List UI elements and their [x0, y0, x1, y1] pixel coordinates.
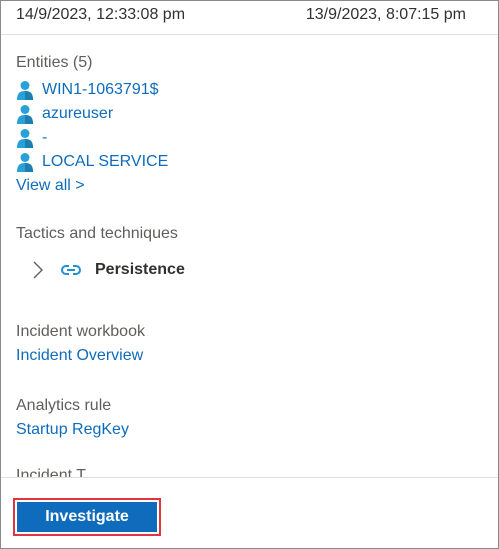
- highlight-outline: Investigate: [13, 498, 161, 536]
- user-icon: [17, 105, 33, 124]
- dates-row: 14/9/2023, 12:33:08 pm 13/9/2023, 8:07:1…: [16, 6, 466, 24]
- entity-link[interactable]: LOCAL SERVICE: [42, 153, 168, 171]
- entity-link[interactable]: azureuser: [42, 105, 113, 123]
- tactic-item-persistence[interactable]: Persistence: [31, 257, 185, 283]
- entity-item[interactable]: azureuser: [16, 102, 168, 126]
- entity-item[interactable]: WIN1-1063791$: [16, 78, 168, 102]
- divider: [1, 34, 498, 35]
- entity-item[interactable]: LOCAL SERVICE: [16, 150, 168, 174]
- last-activity-date: 13/9/2023, 8:07:15 pm: [305, 6, 466, 23]
- tactic-label: Persistence: [95, 261, 185, 278]
- incident-overview-link[interactable]: Incident Overview: [16, 347, 143, 365]
- footer-bar: Investigate: [1, 477, 498, 548]
- entity-link[interactable]: -: [42, 129, 47, 147]
- persistence-icon: [61, 265, 81, 275]
- analytics-rule-link[interactable]: Startup RegKey: [16, 421, 129, 439]
- details-scroll-area[interactable]: 14/9/2023, 12:33:08 pm 13/9/2023, 8:07:1…: [1, 1, 498, 477]
- workbook-label: Incident workbook: [16, 323, 145, 340]
- view-all-entities[interactable]: View all >: [16, 174, 168, 198]
- entities-label: Entities (5): [16, 54, 93, 71]
- tactics-label: Tactics and techniques: [16, 225, 178, 242]
- user-icon: [17, 81, 33, 100]
- entity-item[interactable]: -: [16, 126, 168, 150]
- incident-details-panel: 14/9/2023, 12:33:08 pm 13/9/2023, 8:07:1…: [0, 0, 499, 549]
- first-activity-date: 14/9/2023, 12:33:08 pm: [16, 6, 186, 23]
- entity-link[interactable]: WIN1-1063791$: [42, 81, 159, 99]
- entity-list: WIN1-1063791$ azureuser - LOCAL SERVICE …: [16, 78, 168, 198]
- view-all-link[interactable]: View all >: [16, 177, 85, 195]
- user-icon: [17, 153, 33, 172]
- analytics-rule-label: Analytics rule: [16, 397, 112, 414]
- investigate-button[interactable]: Investigate: [17, 502, 157, 532]
- chevron-right-icon[interactable]: [31, 260, 45, 280]
- user-icon: [17, 129, 33, 148]
- truncated-section-label: Incident T: [16, 467, 86, 477]
